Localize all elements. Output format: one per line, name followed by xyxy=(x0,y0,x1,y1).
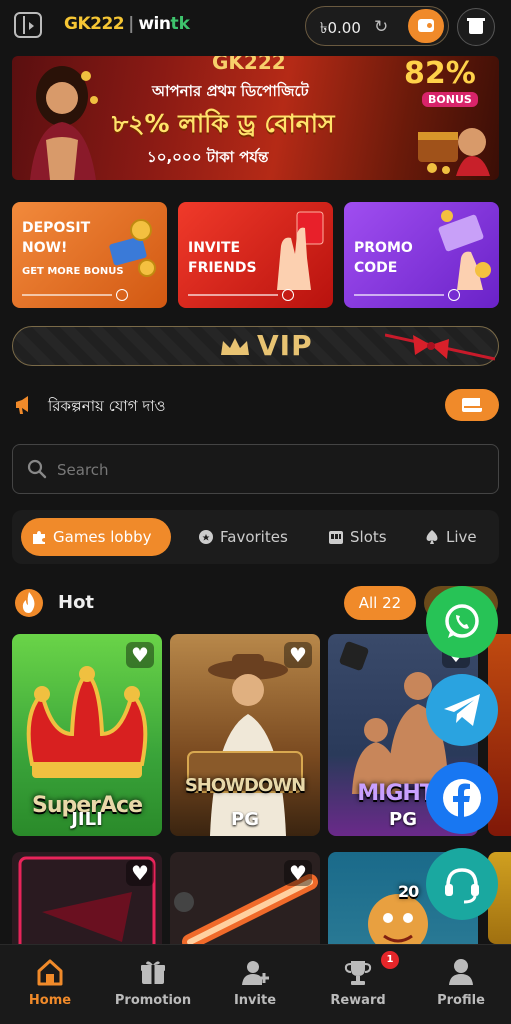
whatsapp-icon[interactable] xyxy=(426,586,498,658)
nav-profile[interactable]: Profile xyxy=(416,955,506,1015)
facebook-icon[interactable] xyxy=(426,762,498,834)
add-user-icon xyxy=(242,961,269,985)
crown-icon xyxy=(221,338,249,355)
favorite-heart-icon[interactable] xyxy=(284,642,312,668)
nav-label: Reward xyxy=(330,993,386,1008)
card-divider xyxy=(188,294,278,296)
all-count: 22 xyxy=(382,594,402,612)
nav-label: Invite xyxy=(233,993,277,1008)
search-input[interactable] xyxy=(57,457,477,483)
banner-bonus-tag: BONUS xyxy=(422,92,478,107)
announcement-text: রিকল্পনায় যোগ দাও xyxy=(48,397,166,415)
logo-win: win xyxy=(138,14,171,34)
game-provider: PG xyxy=(231,809,259,830)
banner-line-1: আপনার প্রথম ডিপোজিটে xyxy=(152,82,309,100)
nav-invite[interactable]: Invite xyxy=(210,955,300,1015)
favorite-heart-icon[interactable] xyxy=(126,860,154,886)
logo-separator: | xyxy=(128,14,135,34)
nav-label: Profile xyxy=(437,993,485,1008)
bottom-navigation: Home Promotion Invite 1 Reward Profile xyxy=(0,944,511,1024)
refresh-balance-icon[interactable]: ↻ xyxy=(374,17,388,37)
card-divider xyxy=(354,294,444,296)
banner-brand: GK222 xyxy=(212,56,286,74)
reward-badge: 1 xyxy=(381,951,399,969)
game-category-tabs: Games lobby Favorites Slots Live xyxy=(12,510,499,564)
headset-glyph xyxy=(445,868,479,904)
spade-icon xyxy=(426,530,438,544)
mail-icon[interactable] xyxy=(445,389,499,421)
vip-label: VIP xyxy=(257,329,313,362)
sidebar-toggle-icon[interactable] xyxy=(14,12,42,38)
balance-pill: ৳0.00 ↻ xyxy=(305,6,449,46)
banner-percent: 82% xyxy=(404,56,476,91)
facebook-glyph xyxy=(443,779,481,817)
promo-banner[interactable]: GK222 আপনার প্রথম ডিপোজিটে ৮২% লাকি ড্র … xyxy=(12,56,499,180)
wallet-icon[interactable] xyxy=(408,9,444,43)
nav-home[interactable]: Home xyxy=(5,955,95,1015)
telegram-icon[interactable] xyxy=(426,674,498,746)
banner-line-3: ১০,০০০ টাকা পর্যন্ত xyxy=(147,148,269,166)
favorite-heart-icon[interactable] xyxy=(284,860,312,886)
game-tile[interactable]: SuperAce JILI xyxy=(12,634,162,836)
vip-banner[interactable]: VIP xyxy=(12,326,499,366)
slot-machine-icon xyxy=(329,531,343,544)
tab-label: Slots xyxy=(350,528,387,546)
search-bar[interactable] xyxy=(12,444,499,494)
invite-promo-card[interactable]: INVITE FRIENDS xyxy=(178,202,333,308)
banner-headline: ৮২% লাকি ড্র বোনাস xyxy=(112,109,335,138)
card-coins-icon xyxy=(109,219,156,277)
telegram-glyph xyxy=(444,694,480,726)
tab-live[interactable]: Live xyxy=(414,518,494,556)
brand-logo[interactable]: GK222 | win tk xyxy=(64,14,190,34)
nav-label: Home xyxy=(28,993,72,1008)
logo-gk: GK222 xyxy=(64,14,125,34)
download-app-icon[interactable] xyxy=(457,8,495,46)
tab-label: Favorites xyxy=(220,528,288,546)
tab-favorites[interactable]: Favorites xyxy=(188,518,288,556)
deposit-promo-card[interactable]: DEPOSIT NOW! GET MORE BONUS xyxy=(12,202,167,308)
tab-games-lobby[interactable]: Games lobby xyxy=(21,518,171,556)
balance-amount: ৳0.00 xyxy=(320,19,361,37)
card-divider xyxy=(22,294,112,296)
tab-label: Games lobby xyxy=(53,528,152,546)
puzzle-icon xyxy=(33,531,45,544)
favorite-heart-icon[interactable] xyxy=(126,642,154,668)
ribbon-bow-icon xyxy=(385,333,495,361)
banner-treasure-image xyxy=(418,128,490,176)
tab-label: Live xyxy=(446,528,477,546)
hot-section-title: Hot xyxy=(58,592,95,613)
tab-slots[interactable]: Slots xyxy=(318,518,398,556)
trophy-icon xyxy=(344,961,372,985)
banner-model-image xyxy=(30,66,98,180)
logo-tk: tk xyxy=(170,14,190,34)
user-icon xyxy=(449,959,473,985)
nav-label: Promotion xyxy=(114,993,192,1008)
fire-icon xyxy=(15,589,43,617)
app-header: GK222 | win tk ৳0.00 ↻ xyxy=(0,0,511,52)
megaphone-icon xyxy=(16,396,28,414)
card-hand-icon xyxy=(277,211,324,290)
search-icon xyxy=(27,459,47,479)
game-provider: JILI xyxy=(71,809,103,830)
promo-code-card[interactable]: PROMO CODE xyxy=(344,202,499,308)
favorites-icon xyxy=(199,530,213,544)
gift-icon xyxy=(141,961,165,984)
home-icon xyxy=(37,959,63,986)
nav-reward[interactable]: 1 Reward xyxy=(313,951,403,1015)
game-title: SHOWDOWN xyxy=(184,775,306,796)
customer-service-icon[interactable] xyxy=(426,848,498,920)
card-arrow-icon xyxy=(448,289,460,301)
whatsapp-glyph xyxy=(445,604,479,638)
nav-promotion[interactable]: Promotion xyxy=(108,955,198,1015)
game-title: 20 xyxy=(398,882,419,901)
card-ticket-icon xyxy=(438,210,491,290)
all-games-button[interactable]: All 22 xyxy=(344,586,416,620)
card-arrow-icon xyxy=(116,289,128,301)
card-arrow-icon xyxy=(282,289,294,301)
game-tile[interactable]: SHOWDOWN PG xyxy=(170,634,320,836)
all-label: All xyxy=(358,594,378,612)
